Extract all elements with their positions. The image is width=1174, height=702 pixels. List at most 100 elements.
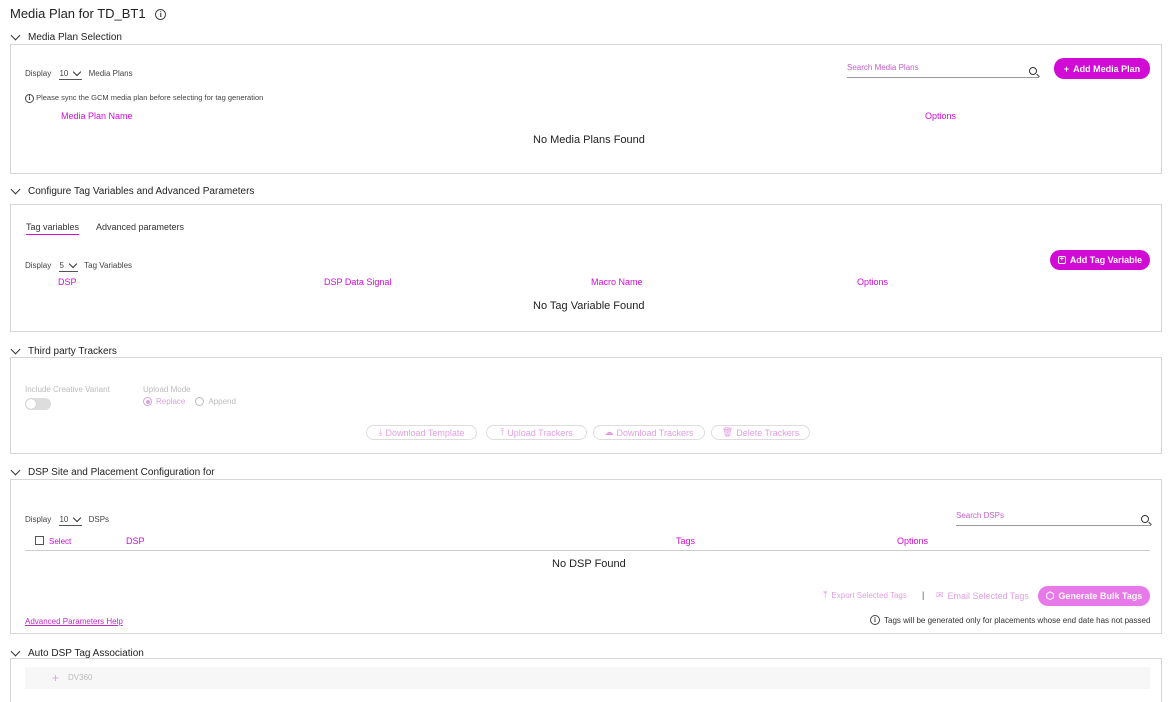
email-selected-tags-label: Email Selected Tags bbox=[947, 590, 1029, 601]
section-header-media-plan[interactable]: Media Plan Selection bbox=[10, 30, 122, 43]
search-icon[interactable] bbox=[1029, 67, 1037, 75]
chevron-down-icon[interactable] bbox=[10, 646, 21, 657]
chevron-down-icon[interactable] bbox=[10, 344, 21, 355]
plus-icon: + bbox=[1063, 63, 1070, 74]
download-icon: ⤓ bbox=[378, 427, 383, 437]
column-options: Options bbox=[897, 536, 929, 546]
display-row: Display 10 Media Plans bbox=[25, 67, 133, 80]
tag-vars-panel: Tag variables Advanced parameters Displa… bbox=[10, 204, 1162, 332]
display-row: Display 5 Tag Variables bbox=[25, 259, 132, 272]
auto-dsp-item-label: DV360 bbox=[68, 673, 93, 682]
column-dsp-data-signal: DSP Data Signal bbox=[324, 277, 392, 287]
upload-icon: ⤒ bbox=[500, 427, 505, 437]
page-title-text: Media Plan for TD_BT1 bbox=[10, 6, 146, 21]
upload-trackers-label: Upload Trackers bbox=[507, 427, 573, 438]
dsp-table-header: Select DSP Tags Options bbox=[25, 534, 1150, 551]
delete-trackers-label: Delete Trackers bbox=[736, 427, 800, 438]
search-placeholder: Search Media Plans bbox=[847, 63, 919, 72]
display-count-select[interactable]: 10 bbox=[59, 67, 83, 80]
export-selected-tags-button[interactable]: ⤒ Export Selected Tags bbox=[823, 590, 907, 601]
cloud-download-icon: ☁ bbox=[604, 427, 614, 437]
select-label: Select bbox=[49, 537, 72, 546]
chevron-down-icon bbox=[73, 67, 82, 76]
section-title: DSP Site and Placement Configuration for bbox=[28, 467, 215, 478]
auto-dsp-panel: + DV360 bbox=[10, 658, 1162, 702]
include-creative-variant-label: Include Creative Variant bbox=[25, 385, 110, 394]
sync-note: i Please sync the GCM media plan before … bbox=[25, 93, 263, 103]
trackers-panel: Include Creative Variant Upload Mode Rep… bbox=[10, 357, 1162, 454]
section-header-dsp[interactable]: DSP Site and Placement Configuration for bbox=[10, 465, 215, 478]
radio-replace[interactable] bbox=[143, 397, 152, 406]
upload-mode-options: Replace Append bbox=[143, 397, 236, 406]
column-media-plan-name[interactable]: Media Plan Name bbox=[61, 111, 133, 121]
tab-tag-variables[interactable]: Tag variables bbox=[26, 222, 80, 235]
column-options: Options bbox=[857, 277, 889, 287]
info-icon[interactable]: i bbox=[155, 9, 167, 21]
end-date-note: i Tags will be generated only for placem… bbox=[870, 615, 1150, 625]
chevron-down-icon[interactable] bbox=[10, 465, 21, 476]
envelope-icon: ✉ bbox=[936, 590, 944, 600]
add-media-plan-label: Add Media Plan bbox=[1073, 63, 1141, 74]
delete-trackers-button[interactable]: 🗑 Delete Trackers bbox=[711, 425, 810, 440]
radio-append[interactable] bbox=[195, 397, 205, 406]
column-macro-name: Macro Name bbox=[591, 277, 643, 287]
empty-state-text: No Media Plans Found bbox=[533, 134, 645, 146]
display-suffix: Media Plans bbox=[88, 69, 133, 78]
column-dsp: DSP bbox=[58, 277, 77, 287]
radio-append-label: Append bbox=[208, 397, 236, 406]
upload-mode-label: Upload Mode bbox=[143, 385, 191, 394]
upload-trackers-button[interactable]: ⤒ Upload Trackers bbox=[486, 425, 587, 440]
search-dsps-input[interactable]: Search DSPs bbox=[956, 511, 1151, 526]
select-all-checkbox[interactable] bbox=[35, 536, 44, 545]
page-title: Media Plan for TD_BT1 i bbox=[10, 6, 167, 21]
include-creative-variant-toggle[interactable] bbox=[25, 398, 51, 410]
info-icon: i bbox=[25, 93, 34, 103]
tab-advanced-parameters[interactable]: Advanced parameters bbox=[96, 222, 184, 232]
search-icon[interactable] bbox=[1141, 515, 1149, 523]
display-row: Display 10 DSPs bbox=[25, 513, 110, 526]
chevron-down-icon bbox=[68, 259, 78, 268]
display-label: Display bbox=[25, 261, 52, 270]
search-media-plans-input[interactable]: Search Media Plans bbox=[847, 63, 1039, 78]
add-tag-variable-button[interactable]: + Add Tag Variable bbox=[1050, 250, 1150, 270]
plus-icon[interactable]: + bbox=[52, 671, 59, 685]
column-options: Options bbox=[925, 111, 957, 121]
radio-replace-label: Replace bbox=[156, 397, 186, 406]
dsp-panel: Display 10 DSPs Search DSPs Select DSP T… bbox=[10, 479, 1162, 634]
generate-bulk-tags-label: Generate Bulk Tags bbox=[1058, 591, 1143, 601]
section-title: Configure Tag Variables and Advanced Par… bbox=[28, 186, 255, 197]
section-header-tag-vars[interactable]: Configure Tag Variables and Advanced Par… bbox=[10, 184, 255, 197]
generate-bulk-tags-button[interactable]: ⬡ Generate Bulk Tags bbox=[1038, 586, 1150, 606]
add-media-plan-button[interactable]: + Add Media Plan bbox=[1054, 58, 1150, 79]
advanced-parameters-help-link[interactable]: Advanced Parameters Help bbox=[25, 617, 123, 626]
export-selected-tags-label: Export Selected Tags bbox=[831, 591, 907, 600]
sync-note-text: Please sync the GCM media plan before se… bbox=[36, 93, 264, 102]
search-placeholder: Search DSPs bbox=[956, 511, 1005, 520]
divider: | bbox=[922, 590, 925, 600]
tag-icon: ⬡ bbox=[1045, 590, 1055, 602]
display-count-select[interactable]: 5 bbox=[59, 259, 78, 272]
section-header-trackers[interactable]: Third party Trackers bbox=[10, 344, 117, 357]
display-label: Display bbox=[25, 515, 52, 524]
display-count-value: 5 bbox=[59, 261, 64, 270]
empty-state-text: No Tag Variable Found bbox=[533, 300, 645, 312]
display-count-value: 10 bbox=[59, 69, 69, 78]
chevron-down-icon[interactable] bbox=[10, 184, 21, 195]
display-count-select[interactable]: 10 bbox=[59, 513, 83, 526]
end-date-note-text: Tags will be generated only for placemen… bbox=[884, 615, 1151, 625]
display-count-value: 10 bbox=[59, 515, 69, 524]
column-dsp: DSP bbox=[126, 536, 145, 546]
section-title: Third party Trackers bbox=[28, 346, 117, 357]
download-template-button[interactable]: ⤓ Download Template bbox=[366, 425, 477, 440]
auto-dsp-item-dv360[interactable]: + DV360 bbox=[25, 667, 1150, 689]
email-selected-tags-button[interactable]: ✉ Email Selected Tags bbox=[936, 590, 1029, 601]
media-plan-panel: Display 10 Media Plans Search Media Plan… bbox=[10, 44, 1162, 174]
plus-square-icon: + bbox=[1057, 256, 1066, 264]
add-tag-variable-label: Add Tag Variable bbox=[1069, 255, 1143, 265]
download-trackers-button[interactable]: ☁ Download Trackers bbox=[593, 425, 705, 440]
chevron-down-icon[interactable] bbox=[10, 30, 21, 41]
display-suffix: DSPs bbox=[88, 515, 110, 524]
download-trackers-label: Download Trackers bbox=[616, 427, 694, 438]
chevron-down-icon bbox=[73, 513, 82, 522]
upload-icon: ⤒ bbox=[823, 590, 828, 601]
